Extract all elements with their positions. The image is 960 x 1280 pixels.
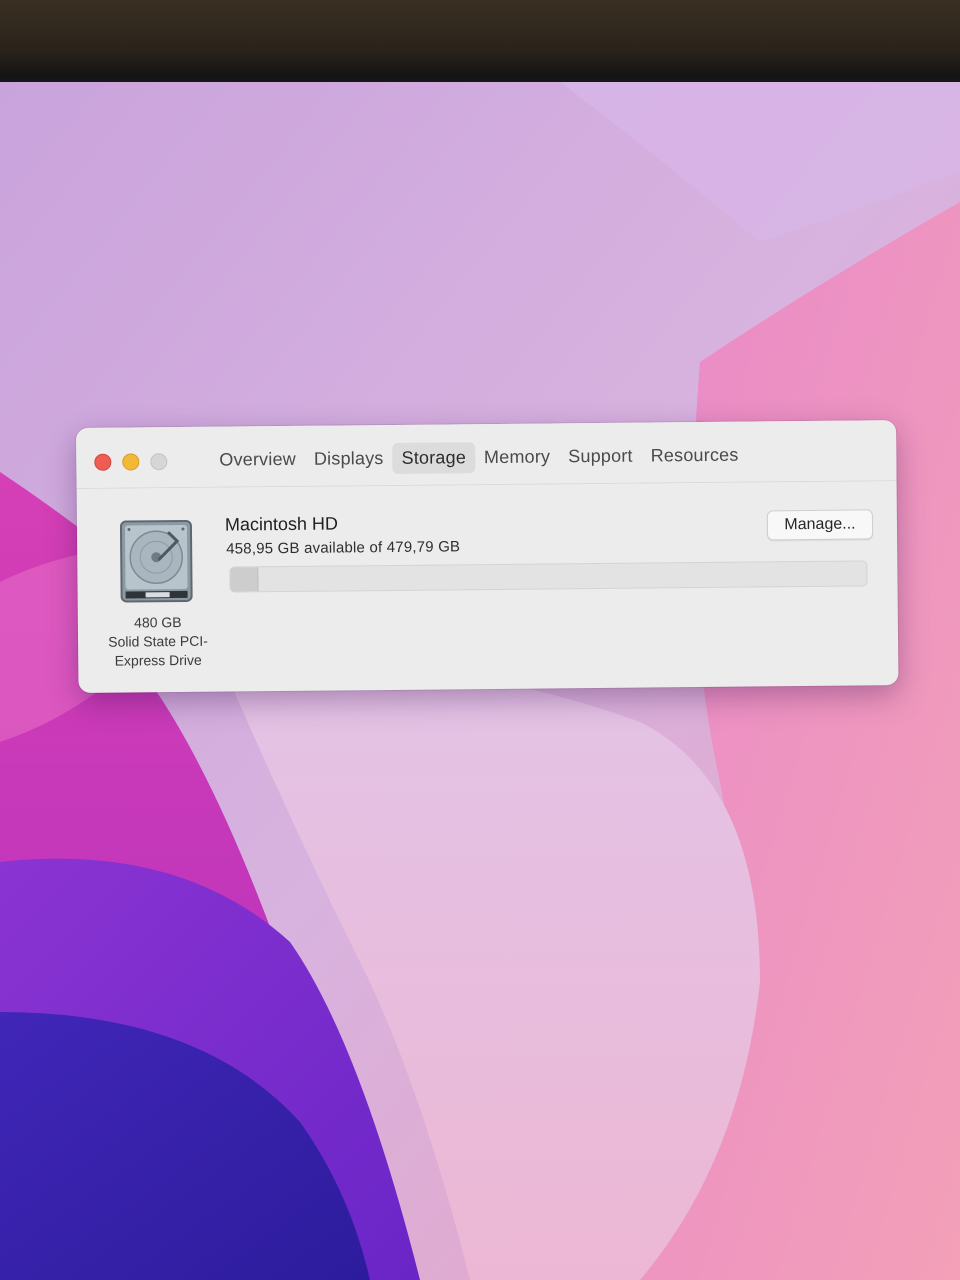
volume-availability: 458,95 GB available of 479,79 GB [226,538,461,558]
title-bar: Overview Displays Storage Memory Support… [76,420,897,489]
drive-info: 480 GB Solid State PCI- Express Drive [90,613,227,671]
tab-storage[interactable]: Storage [392,442,476,474]
close-button[interactable] [94,453,112,471]
drive-type-line2: Express Drive [114,651,202,669]
tab-bar: Overview Displays Storage Memory Support… [210,440,747,476]
volume-name: Macintosh HD [224,513,339,535]
drive-type-line1: Solid State PCI- [108,632,208,650]
manage-button[interactable]: Manage... [766,509,874,541]
hard-drive-icon [119,519,194,604]
tab-resources[interactable]: Resources [642,440,748,472]
storage-used-segment [230,567,259,592]
zoom-button[interactable] [150,453,168,471]
tab-overview[interactable]: Overview [210,444,305,476]
storage-usage-bar [229,560,868,593]
minimize-button[interactable] [122,453,140,471]
screen: Overview Displays Storage Memory Support… [0,0,960,1280]
tab-displays[interactable]: Displays [305,443,393,475]
about-this-mac-window: Overview Displays Storage Memory Support… [76,420,899,693]
monitor-bezel [0,0,960,92]
drive-capacity: 480 GB [134,613,182,631]
tab-support[interactable]: Support [559,441,642,473]
tab-memory[interactable]: Memory [475,441,560,473]
